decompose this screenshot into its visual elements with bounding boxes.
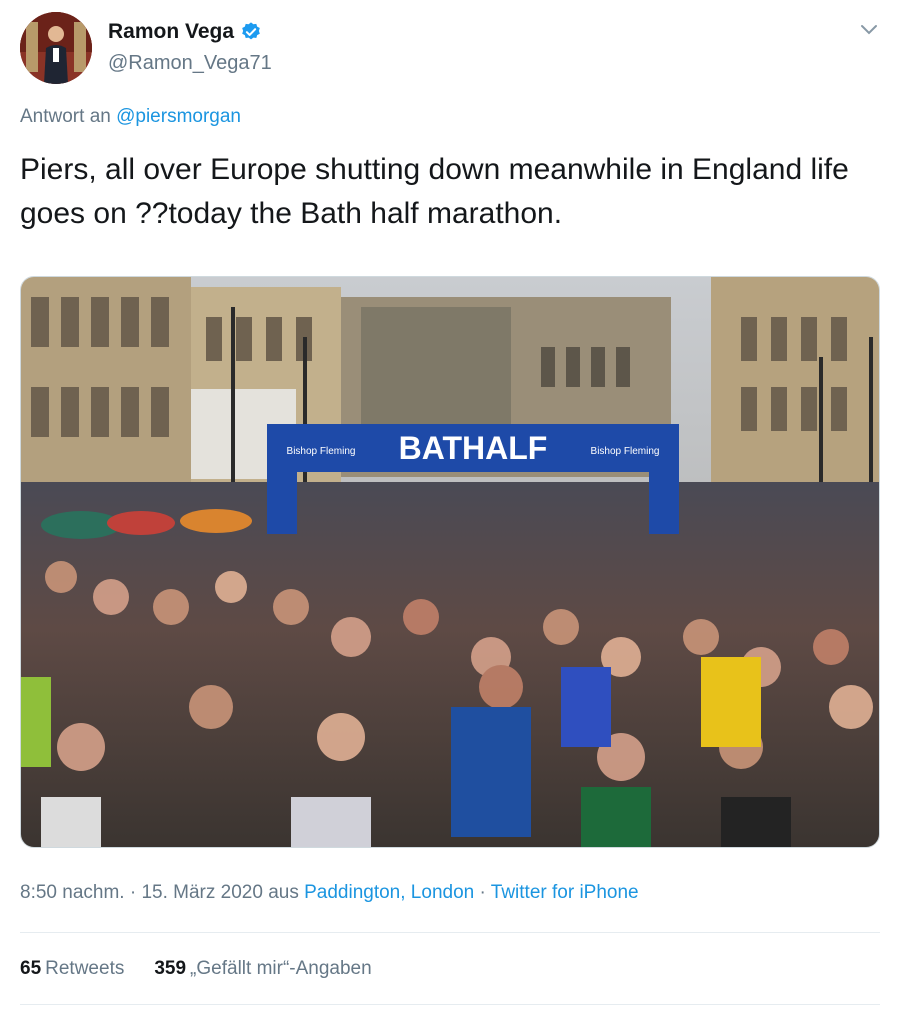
divider — [20, 932, 880, 933]
user-handle[interactable]: @Ramon_Vega71 — [108, 52, 272, 75]
tweet-text: Piers, all over Europe shutting down mea… — [20, 153, 849, 230]
source-link[interactable]: Twitter for iPhone — [491, 882, 639, 903]
avatar[interactable] — [20, 12, 92, 84]
likes-label: „Gefällt mir“-Angaben — [190, 958, 372, 979]
tweet-meta: 8:50 nachm. · 15. März 2020 aus Paddingt… — [20, 882, 639, 904]
reply-mention-link[interactable]: @piersmorgan — [116, 106, 241, 127]
banner-text: BATHALF — [399, 430, 548, 466]
chevron-down-icon[interactable] — [858, 18, 880, 40]
likes-stat[interactable]: 359 „Gefällt mir“-Angaben — [154, 958, 371, 980]
user-name-row[interactable]: Ramon Vega — [108, 20, 262, 44]
retweets-label: Retweets — [45, 958, 125, 979]
tweet-photo[interactable]: BATHALF Bishop Fleming Bishop Fleming — [20, 276, 880, 848]
sponsor-right: Bishop Fleming — [591, 446, 660, 457]
likes-count: 359 — [154, 958, 187, 979]
display-name[interactable]: Ramon Vega — [108, 20, 234, 44]
divider — [20, 1004, 880, 1005]
reply-prefix: Antwort an — [20, 106, 111, 127]
verified-badge-icon — [240, 21, 262, 43]
sponsor-left: Bishop Fleming — [287, 446, 356, 457]
retweets-count: 65 — [20, 958, 42, 979]
meta-separator: · — [474, 882, 491, 903]
tweet-stats: 65 Retweets 359 „Gefällt mir“-Angaben — [20, 958, 372, 980]
location-link[interactable]: Paddington, London — [304, 882, 474, 903]
retweets-stat[interactable]: 65 Retweets — [20, 958, 124, 980]
reply-to-line: Antwort an @piersmorgan — [20, 106, 241, 128]
tweet-timestamp[interactable]: 8:50 nachm. · 15. März 2020 aus — [20, 882, 304, 903]
